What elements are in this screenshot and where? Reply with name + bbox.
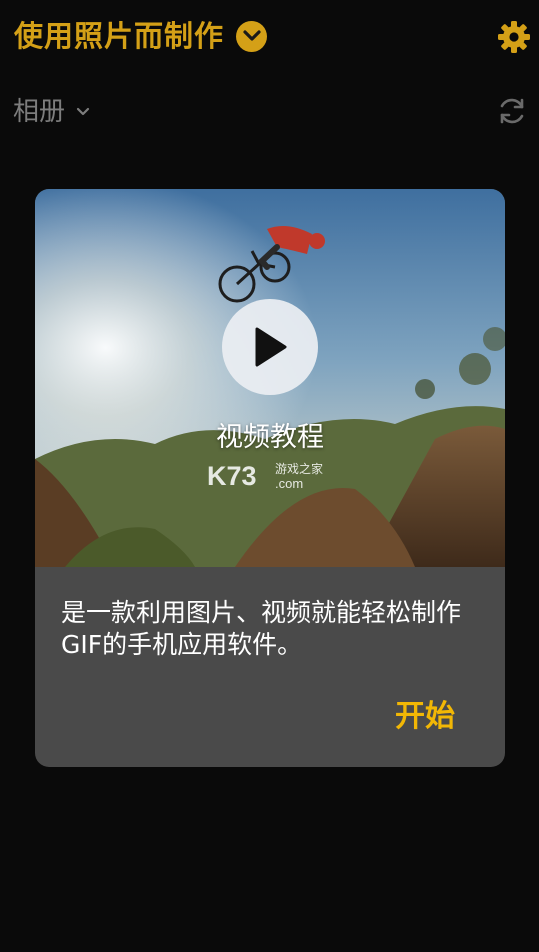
- refresh-icon[interactable]: [497, 96, 527, 126]
- app-title: 使用照片而制作: [14, 19, 225, 53]
- start-button[interactable]: 开始: [395, 697, 455, 737]
- svg-text:K73: K73: [207, 461, 257, 491]
- video-thumbnail[interactable]: 视频教程 K73 游戏之家 .com: [35, 189, 505, 567]
- title-dropdown[interactable]: 使用照片而制作: [14, 16, 268, 56]
- album-label: 相册: [13, 97, 66, 127]
- tutorial-dialog: 视频教程 K73 游戏之家 .com 是一款利用图片、视频就能轻松制作GIF的手…: [35, 189, 505, 767]
- chevron-down-icon: [236, 20, 268, 52]
- top-bar: 使用照片而制作: [0, 0, 539, 74]
- chevron-down-icon: [76, 107, 90, 116]
- play-icon: [255, 327, 287, 367]
- svg-text:游戏之家: 游戏之家: [275, 461, 323, 476]
- site-watermark: K73 游戏之家 .com: [207, 461, 323, 491]
- play-button[interactable]: [222, 299, 318, 395]
- album-bar: 相册: [0, 90, 539, 134]
- gear-icon[interactable]: [497, 20, 531, 54]
- album-selector[interactable]: 相册: [13, 94, 91, 130]
- app-screen: 使用照片而制作 相册 视频教程 K73 游戏之家 .com 是一款利用图片、视频…: [0, 0, 539, 952]
- dialog-body: 是一款利用图片、视频就能轻松制作GIF的手机应用软件。 开始: [35, 567, 505, 767]
- svg-text:.com: .com: [275, 476, 303, 491]
- app-description: 是一款利用图片、视频就能轻松制作GIF的手机应用软件。: [61, 598, 462, 659]
- video-title: 视频教程: [216, 422, 324, 453]
